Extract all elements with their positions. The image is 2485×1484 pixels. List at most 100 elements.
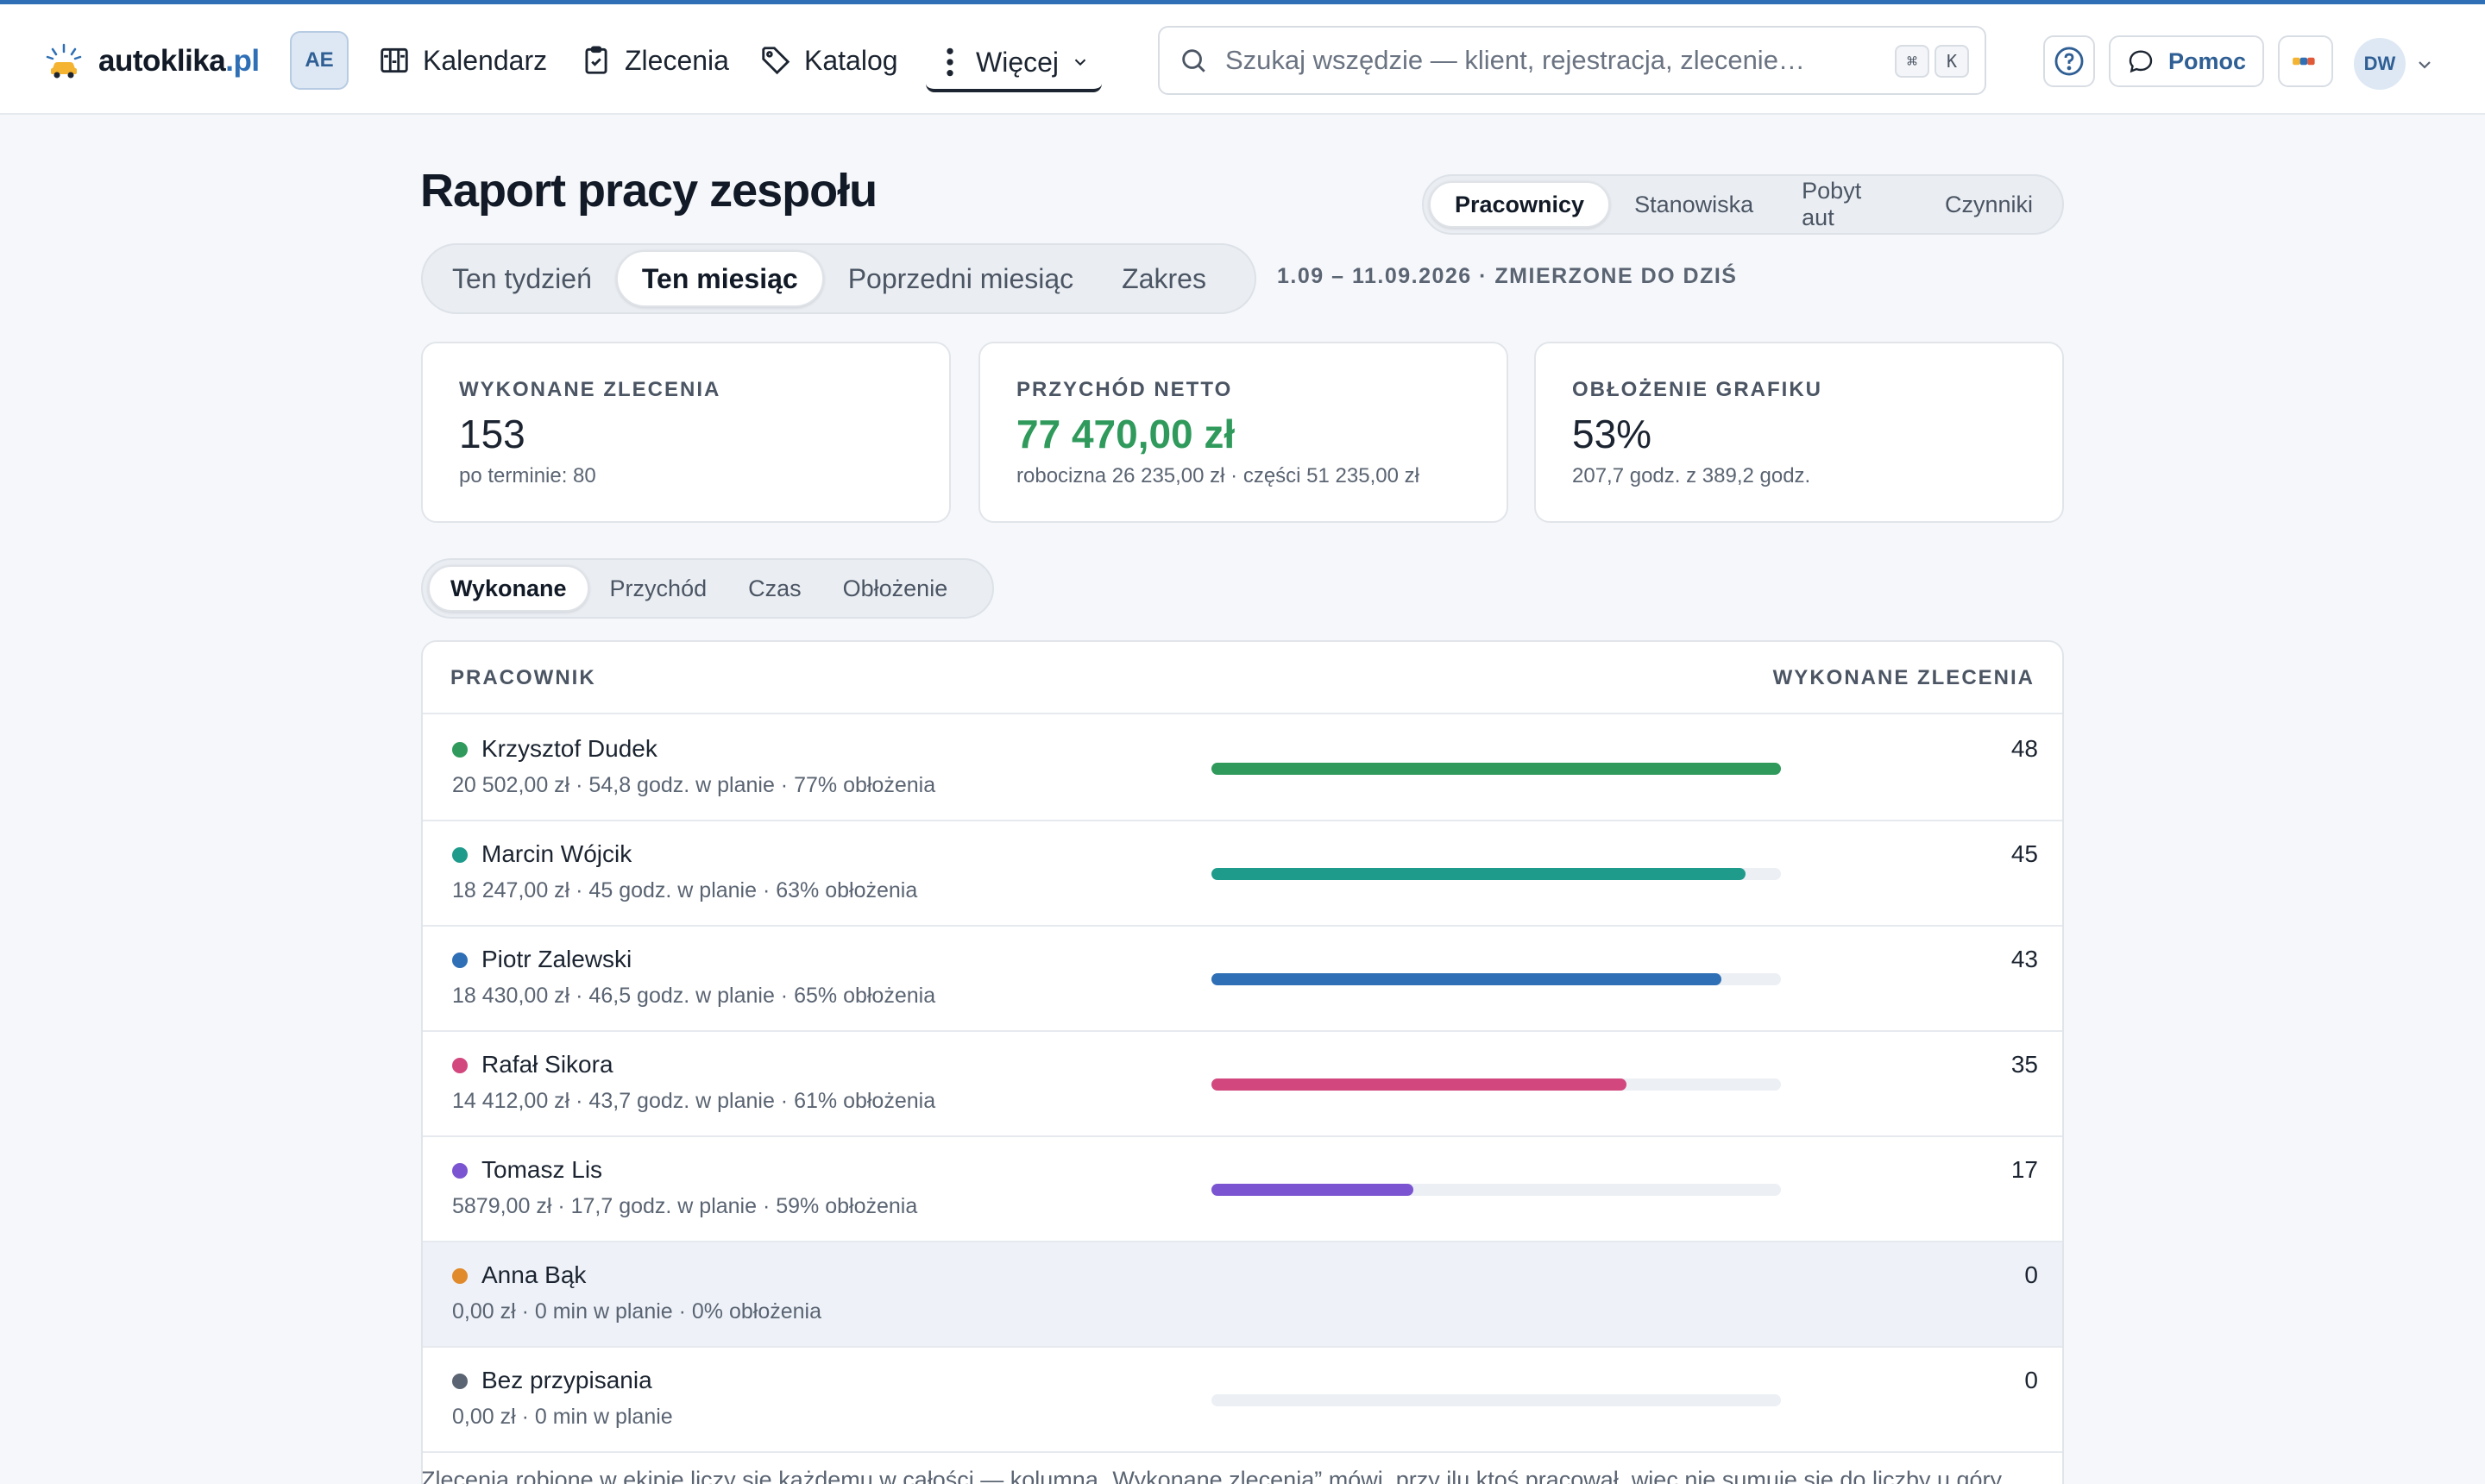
table-row[interactable]: Piotr Zalewski 18 430,00 zł · 46,5 godz. … [423,927,2062,1032]
nav-catalog[interactable]: Katalog [759,39,898,82]
employee-color-dot [452,1268,468,1284]
employee-color-dot [452,847,468,863]
table-row[interactable]: Bez przypisania 0,00 zł · 0 min w planie 0 [423,1348,2062,1453]
stat-card-occupancy: OBŁOŻENIE GRAFIKU 53% 207,7 godz. z 389,… [1534,342,2064,523]
stat-card-revenue: PRZYCHÓD NETTO 77 470,00 zł robocizna 26… [978,342,1508,523]
stat-sub: 207,7 godz. z 389,2 godz. [1572,464,1811,487]
table-row[interactable]: Tomasz Lis 5879,00 zł · 17,7 godz. w plan… [423,1137,2062,1242]
employee-name: Anna Bąk [481,1261,587,1288]
tab-view-0[interactable]: Pracownicy [1429,181,1611,228]
employee-name: Marcin Wójcik [481,840,632,867]
help-button[interactable] [2043,35,2095,87]
tab-period-2[interactable]: Poprzedni miesiąc [824,250,1098,307]
more-vertical-icon [947,47,953,77]
completed-bar-track [1211,1394,1781,1406]
workspace-badge[interactable]: AE [290,31,349,90]
tab-period-0[interactable]: Ten tydzień [428,250,616,307]
report-view-tabs: Pracownicy Stanowiska Pobyt aut Czynniki [1422,174,2064,235]
table-row[interactable]: Marcin Wójcik 18 247,00 zł · 45 godz. w p… [423,821,2062,927]
completed-bar-fill [1211,1184,1413,1196]
completed-bar-track [1211,1078,1781,1091]
car-logo-icon [46,43,82,79]
completed-bar-fill [1211,1078,1627,1091]
integration-button[interactable] [2278,35,2333,87]
table-row[interactable]: Krzysztof Dudek 20 502,00 zł · 54,8 godz.… [423,716,2062,821]
calendar-columns-icon [381,47,408,73]
stat-sub: robocizna 26 235,00 zł · części 51 235,0… [1016,464,1419,487]
employee-meta: 5879,00 zł · 17,7 godz. w planie · 59% o… [452,1194,918,1218]
search-icon [1182,49,1205,72]
employee-meta: 18 247,00 zł · 45 godz. w planie · 63% o… [452,878,918,902]
table-row[interactable]: Anna Bąk 0,00 zł · 0 min w planie · 0% ob… [423,1242,2062,1348]
period-tabs: Ten tydzień Ten miesiąc Poprzedni miesiąc Z… [421,243,1256,314]
employee-color-dot [452,953,468,968]
completed-bar-fill [1211,973,1722,985]
global-search[interactable]: Szukaj wszędzie — klient, rejestracja, z… [1158,26,1986,95]
nav-orders[interactable]: Zlecenia [580,39,729,82]
completed-count: 0 [2024,1367,2038,1393]
page-title: Raport pracy zespołu [420,165,878,217]
stat-sub: po terminie: 80 [459,464,596,487]
stat-value: 153 [459,412,525,456]
tab-metric-3[interactable]: Obłożenie [822,565,969,612]
tab-period-3[interactable]: Zakres [1098,250,1230,307]
nav-more-label: Więcej [976,46,1060,78]
tab-view-2[interactable]: Pobyt aut [1777,178,1921,230]
top-bar: autoklika.pl AE Kalendarz Zlecenia Katal… [0,4,2485,115]
completed-bar-track [1211,763,1781,775]
employee-meta: 0,00 zł · 0 min w planie · 0% obłożenia [452,1299,822,1324]
tab-view-1[interactable]: Stanowiska [1610,181,1777,228]
clipboard-check-icon [585,46,607,74]
completed-bar-track [1211,973,1781,985]
completed-count: 17 [2010,1156,2038,1183]
employee-color-dot [452,1163,468,1179]
tab-period-1[interactable]: Ten miesiąc [615,250,824,307]
user-avatar[interactable]: DW [2354,38,2406,90]
completed-count: 43 [2010,946,2038,972]
header-divider [423,713,2062,714]
completed-count: 45 [2010,840,2038,867]
nav-orders-label: Zlecenia [625,44,729,76]
table-footnote: Zlecenia robione w ekipie liczy się każd… [421,1467,2007,1484]
question-circle-icon [2054,47,2084,76]
completed-bar-track [1211,868,1781,880]
completed-bar-track [1211,1184,1781,1196]
employee-name: Bez przypisania [481,1367,652,1393]
employee-table: PRACOWNIK WYKONANE ZLECENIA Krzysztof Du… [421,640,2064,1484]
employee-meta: 14 412,00 zł · 43,7 godz. w planie · 61%… [452,1089,936,1113]
completed-count: 48 [2010,735,2038,762]
support-chat-label: Pomoc [2167,47,2247,74]
tab-metric-2[interactable]: Czas [727,565,822,612]
employee-meta: 18 430,00 zł · 46,5 godz. w planie · 65%… [452,984,936,1008]
nav-more-dropdown[interactable]: Więcej [926,35,1102,92]
stat-label: PRZYCHÓD NETTO [1016,378,1233,401]
employee-name: Piotr Zalewski [481,946,632,972]
tab-view-3[interactable]: Czynniki [1921,181,2057,228]
chevron-down-icon[interactable] [2414,54,2435,75]
brand-logo[interactable]: autoklika.pl [45,42,260,80]
employee-color-dot [452,1058,468,1073]
tab-metric-0[interactable]: Wykonane [428,565,589,612]
nav-calendar-label: Kalendarz [423,44,548,76]
metric-tabs: Wykonane Przychód Czas Obłożenie [421,558,994,619]
tag-icon [762,47,790,75]
support-chat-button[interactable]: Pomoc [2109,35,2264,87]
nav-calendar[interactable]: Kalendarz [378,39,547,82]
completed-count: 0 [2024,1261,2038,1288]
integration-logo-icon [2293,57,2315,66]
employee-name: Tomasz Lis [481,1156,603,1183]
employee-meta: 20 502,00 zł · 54,8 godz. w planie · 77%… [452,773,936,797]
employee-meta: 0,00 zł · 0 min w planie [452,1405,673,1429]
stat-label: WYKONANE ZLECENIA [459,378,721,401]
completed-count: 35 [2010,1051,2038,1078]
stat-card-orders: WYKONANE ZLECENIA 153 po terminie: 80 [421,342,951,523]
employee-color-dot [452,742,468,758]
nav-catalog-label: Katalog [804,44,898,76]
column-header-completed: WYKONANE ZLECENIA [1772,666,2035,689]
tab-metric-1[interactable]: Przychód [589,565,728,612]
employee-color-dot [452,1374,468,1389]
table-row[interactable]: Rafał Sikora 14 412,00 zł · 43,7 godz. w … [423,1032,2062,1137]
completed-bar-fill [1211,868,1746,880]
chat-bubble-icon [2129,50,2153,73]
stat-value: 53% [1572,412,1652,456]
